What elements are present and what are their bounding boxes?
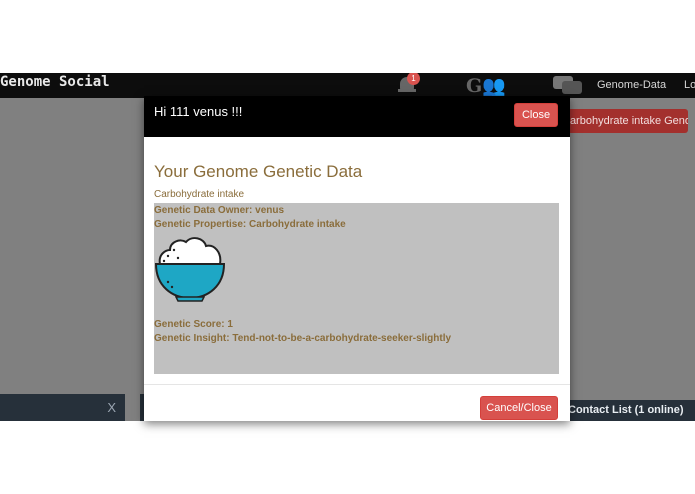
modal-body: Your Genome Genetic Data Carbohydrate in… xyxy=(144,137,570,384)
rice-bowl-icon xyxy=(154,237,226,302)
modal-footer: Cancel/Close xyxy=(144,384,570,421)
nav-logout[interactable]: Lo xyxy=(684,79,695,91)
insight-line: Genetic Insight: Tend-not-to-be-a-carboh… xyxy=(154,333,452,344)
genome-data-modal: Hi 111 venus !!! Close Your Genome Genet… xyxy=(144,96,570,421)
owner-line: Genetic Data Owner: venus xyxy=(154,205,285,216)
navbar: Genome Social 1 G👥 Genome-Data Lo xyxy=(0,73,695,98)
score-line: Genetic Score: 1 xyxy=(154,319,233,330)
propertise-line: Genetic Propertise: Carbohydrate intake xyxy=(154,219,346,230)
genetic-data-box: Genetic Data Owner: venus Genetic Proper… xyxy=(154,203,559,374)
chat-close-icon[interactable]: X xyxy=(107,400,116,415)
groups-icon[interactable]: G👥 xyxy=(466,76,514,96)
close-button[interactable]: Close xyxy=(514,103,558,127)
modal-header: Hi 111 venus !!! Close xyxy=(144,96,570,137)
chat-window-bar: X xyxy=(0,394,125,421)
trait-label: Carbohydrate intake xyxy=(154,189,245,200)
nav-genome-data[interactable]: Genome-Data xyxy=(597,79,666,91)
cancel-close-button[interactable]: Cancel/Close xyxy=(480,396,558,420)
page-title: Your Genome Genetic Data xyxy=(154,162,363,181)
page: Genome Social 1 G👥 Genome-Data Lo Carboh… xyxy=(0,0,695,494)
modal-title: Hi 111 venus !!! xyxy=(154,104,243,119)
chat-icon[interactable] xyxy=(553,76,583,95)
contact-list-bar[interactable]: Contact List (1 online) xyxy=(564,400,695,421)
brand-logo[interactable]: Genome Social xyxy=(0,74,110,90)
notification-badge: 1 xyxy=(407,73,420,85)
